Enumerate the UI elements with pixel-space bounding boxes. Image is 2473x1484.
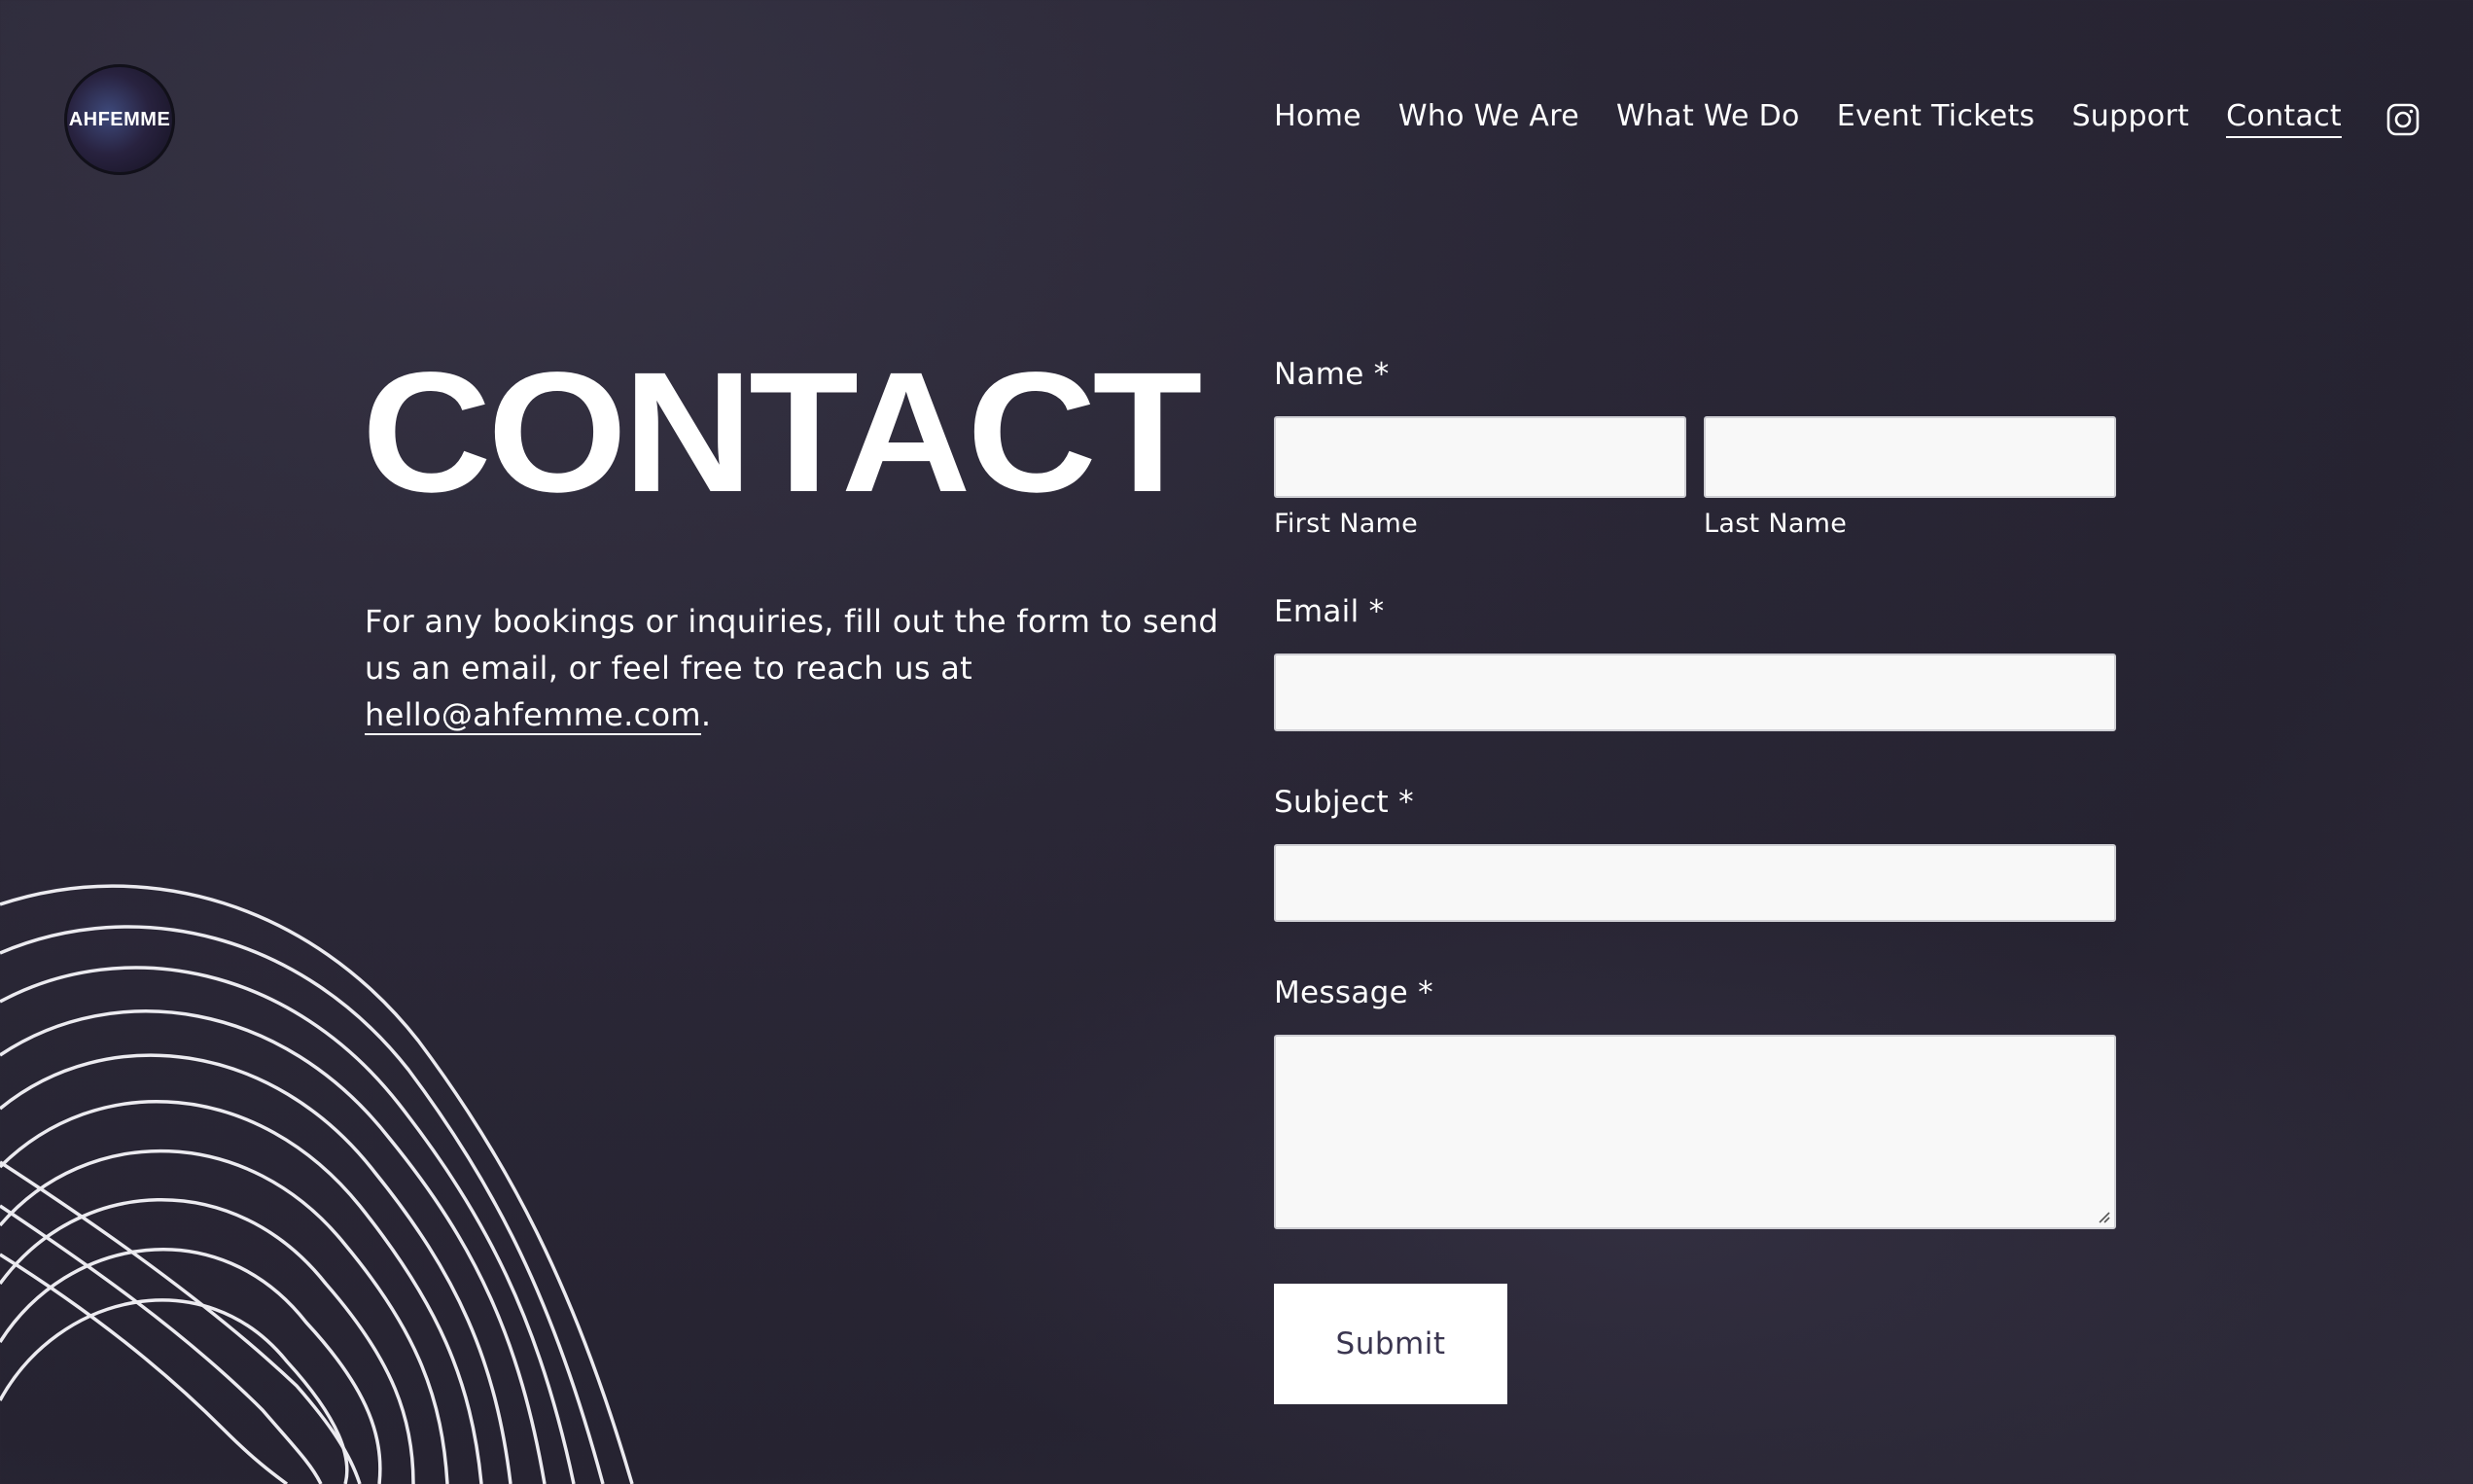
nav-contact[interactable]: Contact [2226,97,2342,138]
resize-grip-icon[interactable] [2097,1210,2110,1223]
intro-text: For any bookings or inquiries, fill out … [365,598,1220,738]
email-link[interactable]: hello@ahfemme.com [365,696,701,735]
email-label: Email * [1274,594,1385,629]
name-label: Name * [1274,357,1390,392]
page-title: CONTACT [362,337,1202,528]
submit-button[interactable]: Submit [1274,1284,1507,1404]
message-textarea[interactable] [1274,1035,2116,1229]
intro-suffix: . [700,696,712,733]
logo-text: AHFEMME [68,108,171,130]
intro-body: For any bookings or inquiries, fill out … [365,603,1219,687]
subject-input[interactable] [1274,844,2116,922]
email-input[interactable] [1274,654,2116,731]
last-name-input[interactable] [1704,416,2116,498]
subject-label: Subject * [1274,785,1414,820]
nav-home[interactable]: Home [1274,97,1361,138]
wireframe-decoration [0,884,634,1484]
message-label: Message * [1274,975,1433,1010]
site-logo[interactable]: AHFEMME [64,64,175,175]
nav-support[interactable]: Support [2071,97,2189,138]
nav-who-we-are[interactable]: Who We Are [1398,97,1579,138]
last-name-label: Last Name [1704,509,1848,539]
main-nav: Home Who We Are What We Do Event Tickets… [1274,97,2342,138]
instagram-icon[interactable] [2386,103,2420,136]
first-name-input[interactable] [1274,416,1686,498]
nav-what-we-do[interactable]: What We Do [1616,97,1800,138]
nav-event-tickets[interactable]: Event Tickets [1837,97,2035,138]
first-name-label: First Name [1274,509,1419,539]
